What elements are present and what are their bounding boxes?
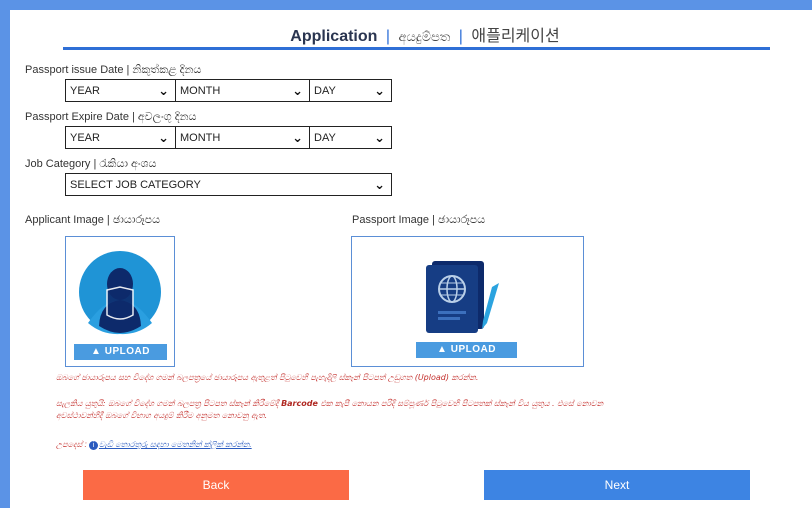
person-avatar-icon	[79, 251, 161, 335]
chevron-down-icon: ⌄	[292, 83, 303, 98]
expire-month-value: MONTH	[180, 132, 221, 144]
barcode-warning-part1: සැලකිය යුතුයි: ඔබගේ විදේශ ගමන් බලපත්‍ර ප…	[56, 399, 279, 408]
barcode-warning-note: සැලකිය යුතුයි: ඔබගේ විදේශ ගමන් බලපත්‍ර ප…	[56, 398, 756, 422]
chevron-down-icon: ⌄	[158, 130, 169, 145]
chevron-down-icon: ⌄	[158, 83, 169, 98]
job-category-value: SELECT JOB CATEGORY	[70, 179, 201, 191]
title-korean: 애플리케이션	[471, 28, 560, 45]
applicant-upload-label: UPLOAD	[104, 346, 150, 357]
applicant-upload-button[interactable]: ▲ UPLOAD	[74, 344, 167, 360]
issue-year-value: YEAR	[70, 85, 100, 97]
chevron-down-icon: ⌄	[374, 130, 385, 145]
help-prefix: උපදෙස් :	[56, 440, 87, 449]
form-sheet: Application | අයදුම්පත | 애플리케이션 Passport…	[10, 10, 812, 508]
upload-triangle-icon: ▲	[91, 346, 105, 357]
issue-day-value: DAY	[314, 85, 336, 97]
expire-year-select[interactable]: YEAR ⌄	[65, 126, 176, 149]
job-category-label: Job Category | රැකියා අංශය	[25, 158, 157, 170]
upload-triangle-icon: ▲	[437, 344, 451, 355]
expire-year-value: YEAR	[70, 132, 100, 144]
issue-month-select[interactable]: MONTH ⌄	[175, 79, 310, 102]
info-icon: i	[88, 441, 98, 450]
passport-icon	[426, 261, 499, 333]
title-underline	[63, 47, 770, 50]
issue-day-select[interactable]: DAY ⌄	[309, 79, 392, 102]
job-category-row: SELECT JOB CATEGORY ⌄	[65, 173, 392, 196]
back-button[interactable]: Back	[83, 470, 349, 500]
expire-day-select[interactable]: DAY ⌄	[309, 126, 392, 149]
issue-date-label: Passport issue Date | නිකුත්කළ දිනය	[25, 64, 202, 76]
issue-date-selects: YEAR ⌄ MONTH ⌄ DAY ⌄	[65, 79, 392, 102]
barcode-keyword: Barcode	[281, 399, 318, 408]
chevron-down-icon: ⌄	[374, 177, 385, 192]
passport-image-box[interactable]: ▲ UPLOAD	[351, 236, 584, 367]
expire-date-selects: YEAR ⌄ MONTH ⌄ DAY ⌄	[65, 126, 392, 149]
barcode-warning-part2: එක කැපී නොයන පරිදි සම්පූර්ණ පිටුවෙහි පිට…	[320, 399, 604, 408]
barcode-warning-part3: අවස්ථාවන්හිදී ඔබගේ විභාග අයදුම් කිරීම අන…	[56, 411, 268, 420]
title-separator: |	[458, 28, 463, 45]
expire-date-label: Passport Expire Date | අවලංගු දිනය	[25, 111, 197, 123]
help-link[interactable]: වැඩි තොරතුරු සඳහා මෙතනින් ක්ලික් කරන්න.	[99, 440, 252, 449]
chevron-down-icon: ⌄	[374, 83, 385, 98]
chevron-down-icon: ⌄	[292, 130, 303, 145]
title-separator: |	[385, 28, 391, 45]
passport-upload-label: UPLOAD	[450, 344, 496, 355]
page-title: Application | අයදුම්පත | 애플리케이션	[10, 22, 812, 46]
applicant-image-label: Applicant Image | ඡායාරූපය	[25, 214, 160, 226]
applicant-image-box[interactable]: ▲ UPLOAD	[65, 236, 175, 367]
issue-year-select[interactable]: YEAR ⌄	[65, 79, 176, 102]
upload-instruction-note: ඔබගේ ඡායාරූපය සහ විදේශ ගමන් බලපත්‍රයේ ඡා…	[56, 373, 479, 382]
passport-image-label: Passport Image | ඡායාරූපය	[352, 214, 486, 226]
expire-day-value: DAY	[314, 132, 336, 144]
issue-month-value: MONTH	[180, 85, 221, 97]
help-row: උපදෙස් : i වැඩි තොරතුරු සඳහා මෙතනින් ක්ලි…	[56, 440, 252, 450]
job-category-select[interactable]: SELECT JOB CATEGORY ⌄	[65, 173, 392, 196]
title-english: Application	[290, 28, 378, 45]
title-sinhala: අයදුම්පත	[398, 29, 451, 44]
passport-upload-button[interactable]: ▲ UPLOAD	[416, 342, 517, 358]
next-button[interactable]: Next	[484, 470, 750, 500]
expire-month-select[interactable]: MONTH ⌄	[175, 126, 310, 149]
